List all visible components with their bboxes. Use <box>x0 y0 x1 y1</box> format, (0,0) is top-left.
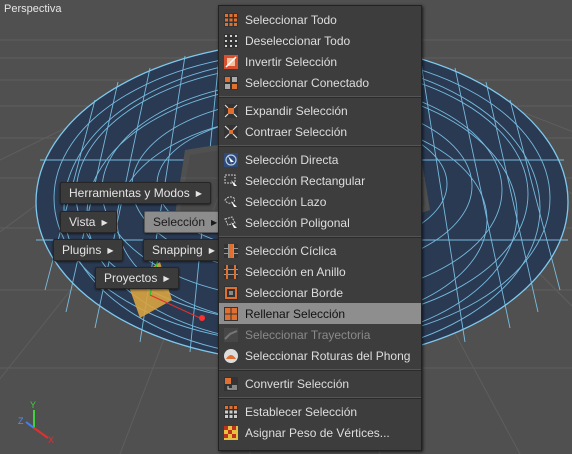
menu-item-contraer-seleccion[interactable]: Contraer Selección <box>219 121 421 142</box>
menu-item-seleccionar-todo[interactable]: Seleccionar Todo <box>219 9 421 30</box>
menu-separator <box>219 96 421 98</box>
menu-item-seleccionar-trayectoria[interactable]: Seleccionar Trayectoria <box>219 324 421 345</box>
hud-snapping[interactable]: Snapping ▶ <box>143 239 224 261</box>
chevron-right-icon: ▶ <box>163 274 170 283</box>
vertex-weight-icon <box>224 425 238 440</box>
menu-item-seleccionar-roturas-del-phong[interactable]: Seleccionar Roturas del Phong <box>219 345 421 366</box>
select-connected-icon <box>224 75 238 90</box>
invert-selection-icon <box>224 54 238 69</box>
chevron-right-icon: ▶ <box>195 189 202 198</box>
menu-item-seleccion-poligonal[interactable]: Selección Poligonal <box>219 212 421 233</box>
selection-menu: Seleccionar Todo Deseleccionar Todo Inve… <box>218 5 422 451</box>
deselect-all-icon <box>224 33 238 48</box>
menu-item-asignar-peso-de-vertices[interactable]: Asignar Peso de Vértices... <box>219 422 421 443</box>
fill-selection-icon <box>224 306 238 321</box>
axis-gizmo-icon <box>25 410 49 439</box>
axis-label-z: Z <box>18 416 24 426</box>
menu-item-seleccion-lazo[interactable]: Selección Lazo <box>219 191 421 212</box>
chevron-right-icon: ▶ <box>211 218 218 227</box>
set-selection-icon <box>224 404 238 419</box>
menu-item-seleccion-rectangular[interactable]: Selección Rectangular <box>219 170 421 191</box>
chevron-right-icon: ▶ <box>101 218 108 227</box>
menu-item-establecer-seleccion[interactable]: Establecer Selección <box>219 401 421 422</box>
menu-item-deseleccionar-todo[interactable]: Deseleccionar Todo <box>219 30 421 51</box>
chevron-right-icon: ▶ <box>107 246 114 255</box>
hud-proyectos[interactable]: Proyectos ▶ <box>95 267 179 289</box>
menu-item-seleccion-ciclica[interactable]: Selección Cíclica <box>219 240 421 261</box>
outline-selection-icon <box>224 285 238 300</box>
menu-item-seleccion-en-anillo[interactable]: Selección en Anillo <box>219 261 421 282</box>
hud-herramientas-y-modos[interactable]: Herramientas y Modos ▶ <box>60 182 211 204</box>
rectangle-selection-icon <box>224 174 237 188</box>
menu-separator <box>219 397 421 399</box>
hud-seleccion[interactable]: Selección ▶ <box>144 211 227 233</box>
loop-selection-icon <box>224 243 238 258</box>
select-all-icon <box>224 12 238 27</box>
axis-label-x: X <box>48 435 55 445</box>
menu-item-seleccionar-conectado[interactable]: Seleccionar Conectado <box>219 72 421 93</box>
menu-item-rellenar-seleccion[interactable]: Rellenar Selección <box>219 303 421 324</box>
phong-break-selection-icon <box>224 348 238 363</box>
ring-selection-icon <box>224 264 238 279</box>
menu-item-invertir-seleccion[interactable]: Invertir Selección <box>219 51 421 72</box>
menu-separator <box>219 236 421 238</box>
path-selection-icon <box>224 327 238 342</box>
menu-separator <box>219 369 421 371</box>
menu-separator <box>219 145 421 147</box>
hud-vista[interactable]: Vista ▶ <box>60 211 117 233</box>
hud-plugins[interactable]: Plugins ▶ <box>53 239 123 261</box>
menu-item-seleccion-directa[interactable]: Selección Directa <box>219 149 421 170</box>
grow-selection-icon <box>224 103 238 118</box>
menu-item-seleccionar-borde[interactable]: Seleccionar Borde <box>219 282 421 303</box>
chevron-right-icon: ▶ <box>208 246 215 255</box>
viewport-title: Perspectiva <box>4 3 62 15</box>
menu-item-convertir-seleccion[interactable]: Convertir Selección <box>219 373 421 394</box>
live-selection-icon <box>224 152 238 167</box>
lasso-selection-icon <box>224 195 237 209</box>
menu-item-expandir-seleccion[interactable]: Expandir Selección <box>219 100 421 121</box>
polygon-selection-icon <box>224 215 237 230</box>
shrink-selection-icon <box>224 124 238 139</box>
axis-label-y: Y <box>30 400 37 410</box>
convert-selection-icon <box>224 376 238 391</box>
